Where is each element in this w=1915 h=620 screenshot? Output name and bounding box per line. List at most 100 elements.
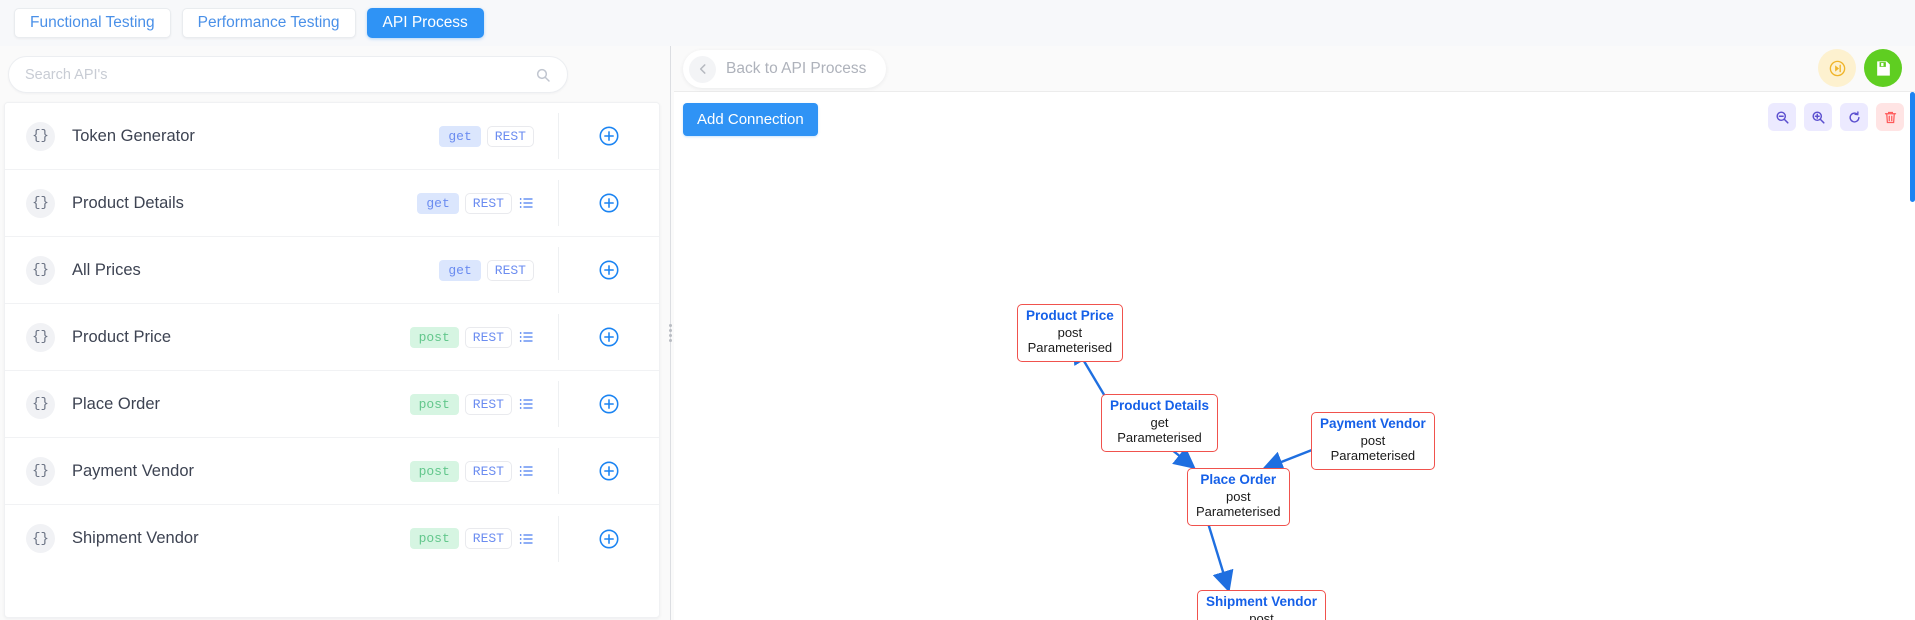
braces-icon: {} [26, 389, 55, 419]
flow-node-product-details[interactable]: Product Details get Parameterised [1101, 394, 1219, 453]
table-row[interactable]: {} Product Details get REST [5, 170, 659, 237]
flow-canvas[interactable]: Product Price post Parameterised Product… [674, 148, 1915, 620]
search-box[interactable] [8, 56, 568, 93]
flow-node-payment-vendor[interactable]: Payment Vendor post Parameterised [1311, 412, 1435, 471]
row-badges: get REST [439, 259, 534, 281]
panel-splitter[interactable] [666, 46, 674, 620]
method-badge: get [417, 192, 459, 214]
back-label: Back to API Process [726, 60, 867, 77]
step-forward-icon[interactable] [1818, 49, 1856, 87]
add-to-process-button[interactable] [598, 259, 620, 281]
add-cell [559, 125, 659, 147]
node-title: Product Price [1026, 308, 1114, 323]
method-badge: post [409, 460, 459, 482]
braces-icon: {} [26, 322, 55, 352]
row-badges: post REST [409, 460, 534, 482]
list-details-icon[interactable] [518, 531, 534, 547]
api-name: Payment Vendor [72, 461, 194, 480]
add-to-process-button[interactable] [598, 192, 620, 214]
braces-icon: {} [26, 524, 55, 553]
tab-api-process[interactable]: API Process [366, 8, 484, 38]
node-title: Shipment Vendor [1206, 594, 1318, 609]
api-list: {} Token Generator get REST {} Product D… [4, 102, 660, 618]
list-details-icon[interactable] [518, 396, 534, 412]
row-badges: get REST [417, 192, 534, 214]
table-row[interactable]: {} Shipment Vendor post REST [5, 505, 659, 572]
zoom-out-icon[interactable] [1768, 103, 1796, 131]
process-header: Back to API Process [674, 46, 1915, 92]
add-cell [559, 192, 659, 214]
add-cell [559, 393, 659, 415]
protocol-badge: REST [464, 528, 512, 549]
api-name: Place Order [72, 394, 161, 413]
method-badge: get [439, 259, 481, 281]
search-input[interactable] [25, 66, 535, 83]
node-type: Parameterised [1027, 340, 1113, 356]
row-badges: post REST [409, 393, 534, 415]
top-tab-bar: Functional Testing Performance Testing A… [0, 0, 1915, 46]
row-badges: get REST [439, 125, 534, 147]
splitter-grip-icon [667, 324, 673, 342]
node-type: Parameterised [1330, 448, 1416, 464]
add-to-process-button[interactable] [598, 528, 620, 550]
table-row[interactable]: {} Product Price post REST [5, 304, 659, 371]
api-name: Product Details [72, 193, 184, 212]
protocol-badge: REST [464, 192, 512, 214]
zoom-in-icon[interactable] [1804, 103, 1832, 131]
reset-icon[interactable] [1840, 103, 1868, 131]
flow-edges [1072, 341, 1318, 593]
node-type: Parameterised [1196, 504, 1281, 520]
node-method: post [1249, 610, 1274, 620]
protocol-badge: REST [464, 393, 512, 415]
list-details-icon[interactable] [518, 463, 534, 479]
api-process-panel: Back to API Process Add Connection Produ… [674, 46, 1915, 620]
row-badges: post REST [409, 326, 534, 348]
flow-node-place-order[interactable]: Place Order post Parameterised [1187, 468, 1290, 527]
node-title: Payment Vendor [1320, 416, 1426, 431]
method-badge: post [409, 393, 459, 415]
flow-node-product-price[interactable]: Product Price post Parameterised [1017, 304, 1123, 363]
braces-icon: {} [26, 255, 55, 285]
vertical-scrollbar[interactable] [1910, 92, 1915, 202]
table-row[interactable]: {} Token Generator get REST [5, 103, 659, 170]
delete-icon[interactable] [1876, 103, 1904, 131]
tab-functional-testing[interactable]: Functional Testing [14, 8, 171, 38]
back-to-api-process-button[interactable]: Back to API Process [683, 50, 887, 88]
table-row[interactable]: {} Payment Vendor post REST [5, 438, 659, 505]
node-method: post [1360, 432, 1386, 448]
api-sidebar: {} Token Generator get REST [0, 46, 663, 620]
api-name: Shipment Vendor [72, 529, 199, 547]
braces-icon: {} [26, 456, 55, 486]
table-row[interactable]: {} All Prices get REST [5, 237, 659, 304]
braces-icon: {} [26, 188, 55, 218]
list-details-icon[interactable] [518, 329, 534, 345]
api-name: Product Price [72, 327, 172, 346]
tab-performance-testing[interactable]: Performance Testing [181, 8, 356, 38]
search-container [8, 56, 568, 93]
search-icon[interactable] [535, 67, 551, 83]
table-row[interactable]: {} Place Order post REST [5, 371, 659, 438]
flow-node-shipment-vendor[interactable]: Shipment Vendor post Parameterised [1197, 590, 1327, 620]
save-icon[interactable] [1864, 49, 1902, 87]
app-root: Functional Testing Performance Testing A… [0, 0, 1915, 620]
node-title: Product Details [1110, 398, 1210, 413]
node-method: get [1150, 414, 1169, 430]
braces-icon: {} [26, 121, 55, 151]
add-to-process-button[interactable] [598, 393, 620, 415]
add-to-process-button[interactable] [598, 125, 620, 147]
node-method: post [1057, 324, 1083, 340]
header-actions [1818, 49, 1902, 87]
edge-payment-vendor-to-place-order [1261, 446, 1318, 472]
process-toolbar: Add Connection [674, 92, 1915, 148]
chevron-left-icon [689, 55, 716, 83]
add-cell [559, 326, 659, 348]
protocol-badge: REST [464, 326, 512, 348]
add-to-process-button[interactable] [598, 460, 620, 482]
protocol-badge: REST [486, 259, 534, 281]
list-details-icon[interactable] [518, 195, 534, 211]
add-connection-button[interactable]: Add Connection [683, 103, 818, 136]
api-name: All Prices [72, 260, 141, 279]
add-to-process-button[interactable] [598, 326, 620, 348]
node-type: Parameterised [1117, 430, 1202, 446]
method-badge: get [439, 125, 481, 147]
